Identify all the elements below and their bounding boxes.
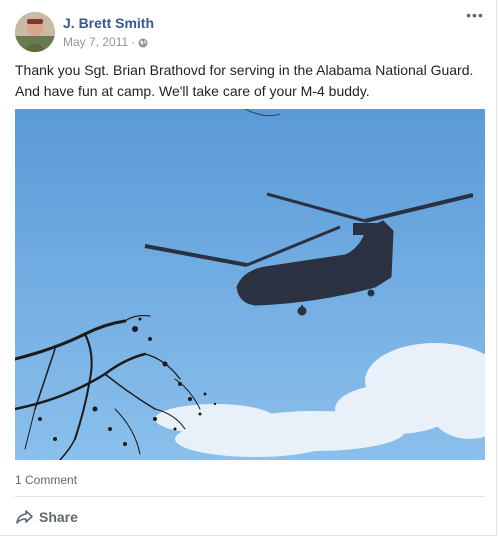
- more-options-icon[interactable]: •••: [465, 8, 485, 26]
- globe-icon[interactable]: [138, 37, 148, 48]
- post-date[interactable]: May 7, 2011: [63, 35, 128, 49]
- post-text: Thank you Sgt. Brian Brathovd for servin…: [15, 62, 474, 99]
- comment-count[interactable]: 1 Comment: [15, 473, 77, 487]
- post-header: J. Brett Smith May 7, 2011 · •••: [15, 8, 485, 52]
- footer-divider: [15, 496, 485, 497]
- post-meta: May 7, 2011 ·: [63, 35, 148, 49]
- chinook-helicopter-photo: [15, 109, 485, 460]
- share-label: Share: [39, 509, 78, 525]
- share-button[interactable]: Share: [15, 505, 78, 529]
- post-photo[interactable]: [15, 109, 485, 460]
- avatar-image: [15, 12, 55, 52]
- share-arrow-icon: [16, 510, 33, 524]
- author-avatar[interactable]: [15, 12, 55, 52]
- author-name[interactable]: J. Brett Smith: [63, 15, 154, 31]
- meta-separator: ·: [131, 35, 136, 49]
- post-card: J. Brett Smith May 7, 2011 · ••• Thank y…: [0, 0, 497, 536]
